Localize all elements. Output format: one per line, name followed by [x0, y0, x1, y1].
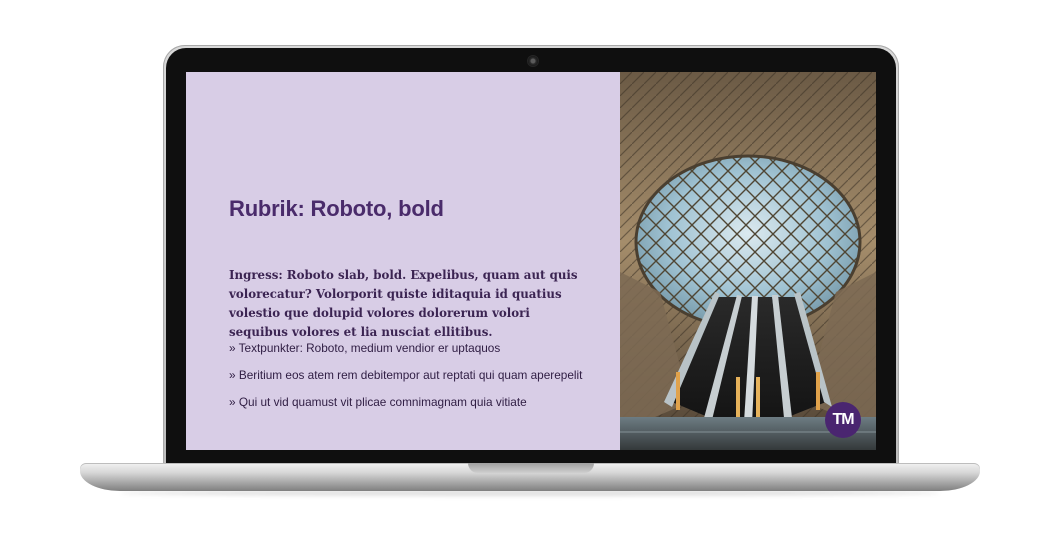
bullet-item: » Beritium eos atem rem debitempor aut r…: [229, 368, 583, 382]
bullet-item: » Textpunkter: Roboto, medium vendior er…: [229, 341, 501, 355]
laptop-notch: [468, 463, 594, 473]
escalator-photo: [620, 72, 876, 450]
camera-icon: [528, 56, 538, 66]
slide-text-panel: Rubrik: Roboto, bold Ingress: Roboto sla…: [186, 72, 620, 450]
slide-image-panel: TM: [620, 72, 876, 450]
slide-ingress: Ingress: Roboto slab, bold. Expelibus, q…: [229, 268, 578, 339]
bullet-item: » Qui ut vid quamust vit plicae comnimag…: [229, 395, 527, 409]
laptop-mockup: Rubrik: Roboto, bold Ingress: Roboto sla…: [0, 0, 1051, 551]
presentation-screen: Rubrik: Roboto, bold Ingress: Roboto sla…: [186, 72, 876, 450]
bullet-list: » Textpunkter: Roboto, medium vendior er…: [229, 340, 582, 421]
slide-title: Rubrik: Roboto, bold: [229, 196, 444, 221]
tm-logo-icon: TM: [825, 402, 861, 438]
